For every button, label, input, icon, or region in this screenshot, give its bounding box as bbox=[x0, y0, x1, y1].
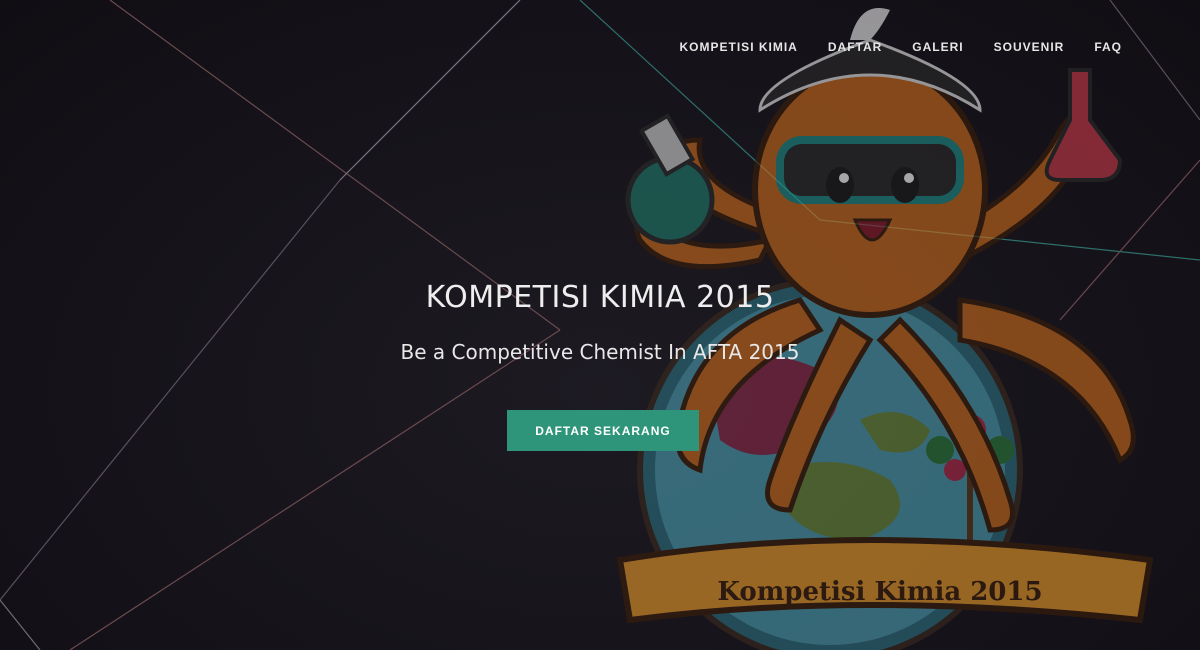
nav-link-daftar[interactable]: DAFTAR bbox=[828, 40, 882, 54]
nav-link-kompetisi-kimia[interactable]: KOMPETISI KIMIA bbox=[680, 40, 798, 54]
mascot-banner-text: Kompetisi Kimia 2015 bbox=[717, 577, 1042, 607]
hero-subtitle: Be a Competitive Chemist In AFTA 2015 bbox=[400, 340, 800, 364]
hero-title: KOMPETISI KIMIA 2015 bbox=[425, 280, 775, 315]
hero-section: Kompetisi Kimia 2015 KOMPETISI KIMIA DAF… bbox=[0, 0, 1200, 650]
octopus-mascot-illustration: Kompetisi Kimia 2015 bbox=[616, 8, 1154, 650]
red-flask-icon bbox=[1044, 68, 1123, 182]
nav-link-faq[interactable]: FAQ bbox=[1094, 40, 1122, 54]
nav-link-galeri[interactable]: GALERI bbox=[912, 40, 963, 54]
nav-link-souvenir[interactable]: SOUVENIR bbox=[994, 40, 1065, 54]
register-now-button[interactable]: DAFTAR SEKARANG bbox=[507, 410, 699, 451]
mascot-banner: Kompetisi Kimia 2015 bbox=[616, 537, 1154, 624]
top-navigation: KOMPETISI KIMIA DAFTAR GALERI SOUVENIR F… bbox=[650, 40, 1122, 54]
green-flask-icon bbox=[625, 113, 715, 245]
